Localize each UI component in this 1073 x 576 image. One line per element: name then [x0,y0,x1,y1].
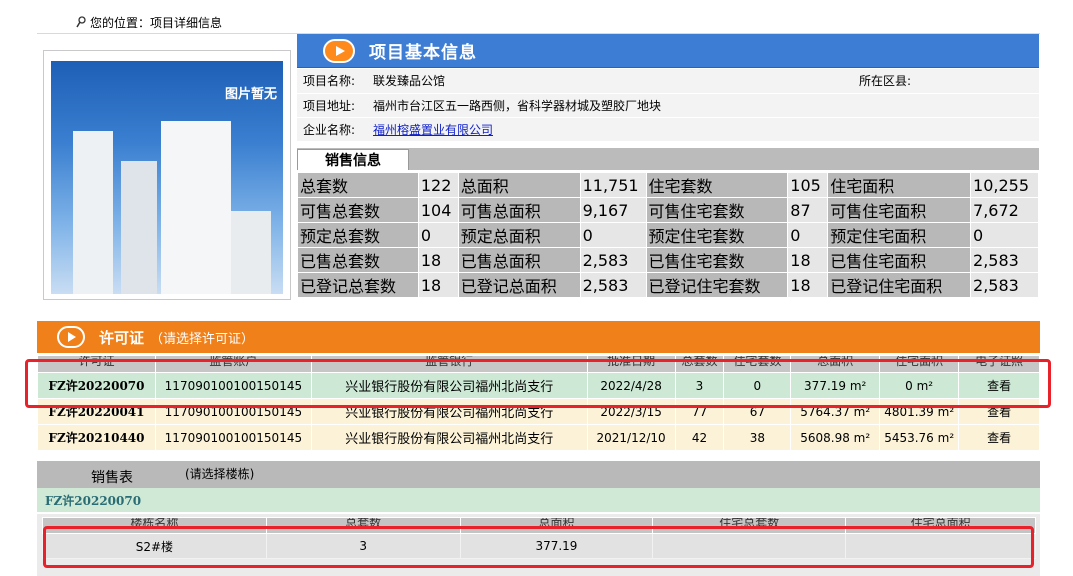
sales-stat-value: 18 [417,247,459,273]
supervision-bank: 兴业银行股份有限公司福州北尚支行 [310,424,588,451]
sales-stat-label: 已售总面积 [457,247,581,273]
sales-stat-label: 可售总套数 [297,197,419,223]
tab-sales-info[interactable]: 销售信息 [297,149,409,170]
sales-stat-value: 0 [970,222,1039,248]
sales-stats-row: 已登记总套数 18 已登记总面积 2,583 已登记住宅套数 18 已登记住宅面积 2,583 [297,272,1039,298]
company-cell: 福州榕盛置业有限公司 [367,117,847,142]
project-name-label: 项目名称: [297,69,367,94]
license-subtitle: （请选择许可证） [150,331,255,347]
license-title: 许可证 [99,328,145,347]
sales-stat-value: 10,255 [970,172,1039,198]
project-info-header: 项目基本信息 [297,34,1039,68]
sales-stat-value: 0 [579,222,647,248]
sales-stat-label: 预定住宅面积 [827,222,972,248]
license-id[interactable]: FZ许20210440 [37,424,156,451]
selected-license-bar: FZ许20220070 [37,488,1040,512]
sales-stat-label: 已售住宅套数 [645,247,789,273]
supervision-account: 117090100100150145 [154,424,312,451]
residential-area: 5453.76 m² [879,424,960,451]
sales-stat-value: 104 [417,197,459,223]
building-graphic [73,131,113,294]
sales-stat-label: 已售住宅面积 [827,247,972,273]
sales-stats-row: 总套数 122 总面积 11,751 住宅套数 105 住宅面积 10,255 [297,172,1039,198]
sales-stat-value: 2,583 [970,247,1039,273]
sales-stat-label: 预定总套数 [297,222,419,248]
license-row[interactable]: FZ许20210440 117090100100150145 兴业银行股份有限公司福… [37,424,1040,451]
sale-table-hint: (请选择楼栋) [185,467,255,481]
breadcrumb: 您的位置：项目详细信息 [76,13,222,31]
project-info-table: 项目名称: 联发臻品公馆 所在区县: 项目地址: 福州市台江区五一路西侧，省科学… [297,69,1039,142]
sales-stat-label: 可售住宅套数 [645,197,789,223]
sales-stat-value: 87 [787,197,829,223]
total-units: 42 [674,424,725,451]
sales-tab-bar: 销售信息 [297,148,1039,170]
company-link[interactable]: 福州榕盛置业有限公司 [373,123,493,137]
project-address-value: 福州市台江区五一路西侧，省科学器材城及塑胶厂地块 [367,93,847,118]
sales-stats-row: 预定总套数 0 预定总面积 0 预定住宅套数 0 预定住宅面积 0 [297,222,1039,248]
sales-stat-label: 预定住宅套数 [645,222,789,248]
sales-stat-value: 2,583 [579,272,647,298]
project-name-value: 联发臻品公馆 [367,69,847,94]
play-circle-icon [57,326,85,348]
sale-table-bar: 销售表 (请选择楼栋) [37,461,1040,489]
building-graphic [121,161,157,294]
sale-table-title: 销售表 [91,470,133,486]
no-image-label: 图片暂无 [224,87,277,102]
license-header: 许可证 （请选择许可证） [37,321,1040,353]
project-info-title: 项目基本信息 [369,43,477,63]
company-label: 企业名称: [297,117,367,142]
sales-stat-label: 住宅面积 [827,172,972,198]
total-area: 5608.98 m² [790,424,881,451]
sales-stat-value: 105 [787,172,829,198]
sales-stat-label: 可售总面积 [457,197,581,223]
sales-stat-label: 总套数 [297,172,419,198]
sales-stat-value: 122 [417,172,459,198]
building-graphic [231,211,271,294]
sales-stats-row: 可售总套数 104 可售总面积 9,167 可售住宅套数 87 可售住宅面积 7,672 [297,197,1039,223]
sales-stat-label: 已登记总面积 [457,272,581,298]
sales-stat-value: 7,672 [970,197,1039,223]
sales-stat-label: 已登记总套数 [297,272,419,298]
sales-stat-value: 18 [787,247,829,273]
sales-stat-label: 已售总套数 [297,247,419,273]
sales-stat-label: 住宅套数 [645,172,789,198]
district-label: 所在区县: [851,69,929,94]
sales-stat-value: 0 [417,222,459,248]
sales-stat-value: 18 [787,272,829,298]
highlight-box [43,526,1034,568]
sales-stat-label: 已登记住宅套数 [645,272,789,298]
selected-license: FZ许20220070 [45,494,142,508]
highlight-box [25,359,1051,408]
sales-stat-value: 9,167 [579,197,647,223]
sales-stat-value: 0 [787,222,829,248]
sales-stats-row: 已售总套数 18 已售总面积 2,583 已售住宅套数 18 已售住宅面积 2,583 [297,247,1039,273]
sales-stat-label: 总面积 [457,172,581,198]
approval-date: 2021/12/10 [586,424,676,451]
sales-stat-value: 2,583 [579,247,647,273]
building-graphic [161,121,231,294]
sales-stat-label: 可售住宅面积 [827,197,972,223]
residential-units: 38 [723,424,792,451]
play-circle-icon [323,38,355,63]
sales-stat-label: 预定总面积 [457,222,581,248]
view-certificate-link[interactable]: 查看 [958,424,1040,451]
project-address-label: 项目地址: [297,93,367,118]
breadcrumb-text: 您的位置：项目详细信息 [90,15,223,30]
project-photo-frame: 图片暂无 [43,50,291,300]
district-value [929,69,1039,94]
sales-stat-value: 11,751 [579,172,647,198]
sales-stat-value: 2,583 [970,272,1039,298]
location-pin-icon [76,16,86,28]
sales-stat-value: 18 [417,272,459,298]
sales-stat-label: 已登记住宅面积 [827,272,972,298]
project-photo: 图片暂无 [51,61,283,294]
sales-stats-table: 总套数 122 总面积 11,751 住宅套数 105 住宅面积 10,255 可售总套数 104… [297,172,1039,298]
